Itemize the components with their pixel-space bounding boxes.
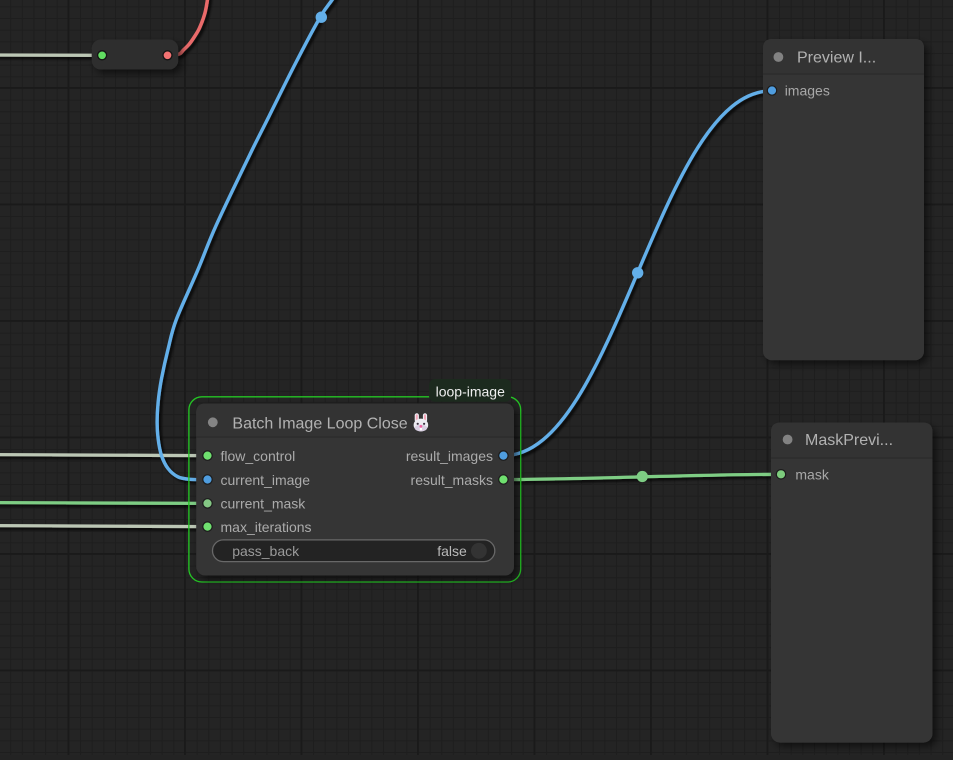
svg-text:pass_back: pass_back (232, 543, 300, 559)
svg-text:Preview I...: Preview I... (797, 50, 876, 67)
svg-text:max_iterations: max_iterations (221, 519, 312, 535)
svg-text:mask: mask (795, 466, 829, 482)
svg-text:result_masks: result_masks (411, 472, 493, 488)
svg-text:false: false (437, 543, 467, 559)
svg-text:current_mask: current_mask (221, 496, 307, 512)
svg-text:MaskPrevi...: MaskPrevi... (805, 432, 893, 449)
svg-text:result_images: result_images (406, 448, 493, 464)
svg-text:loop-image: loop-image (436, 383, 505, 399)
svg-text:Batch Image Loop Close: Batch Image Loop Close (232, 415, 407, 432)
svg-text:images: images (785, 83, 830, 99)
svg-text:flow_control: flow_control (221, 448, 296, 464)
svg-text:current_image: current_image (221, 472, 311, 488)
